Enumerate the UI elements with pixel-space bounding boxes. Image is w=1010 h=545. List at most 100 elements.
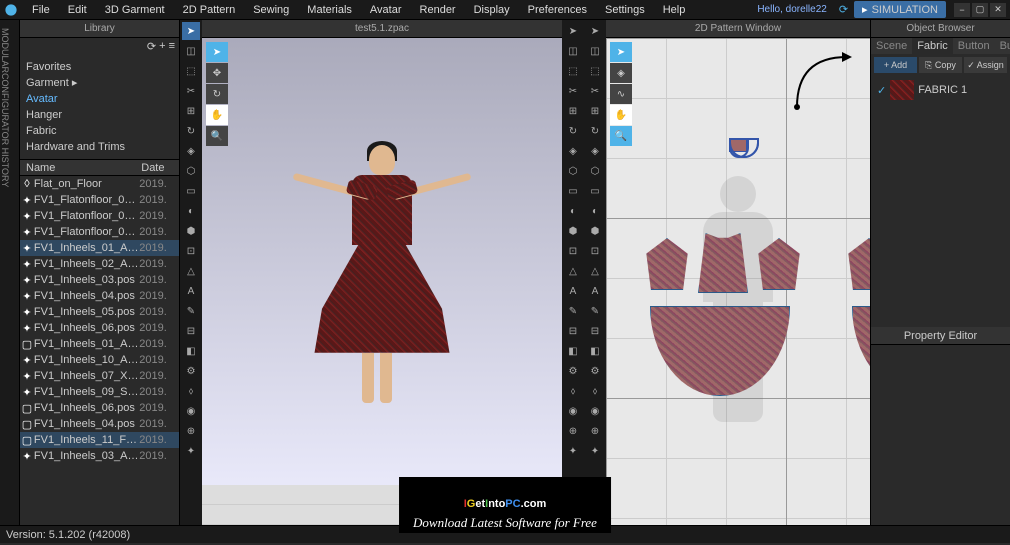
library-file-row[interactable]: ✦FV1_Inheels_02_Attention.pos2019. <box>20 256 179 272</box>
tool-button-icon[interactable]: ◧ <box>182 342 200 360</box>
tool-button-icon[interactable]: ◐ <box>564 202 582 220</box>
tool-button-icon[interactable]: ✦ <box>586 442 604 460</box>
tool-button-icon[interactable]: ⊡ <box>182 242 200 260</box>
tool-button-icon[interactable]: ▭ <box>586 182 604 200</box>
lib-cat-avatar[interactable]: Avatar <box>26 91 173 107</box>
library-file-row[interactable]: ✦FV1_Flatonfloor_03_Attention.pos2019. <box>20 224 179 240</box>
tool-button-icon[interactable]: ⬢ <box>564 222 582 240</box>
col-name[interactable]: Name <box>20 160 139 175</box>
tool-button-icon[interactable]: ⚙ <box>182 362 200 380</box>
tool-button-icon[interactable]: ↻ <box>182 122 200 140</box>
menu-file[interactable]: File <box>24 2 58 18</box>
menu-materials[interactable]: Materials <box>299 2 360 18</box>
tool-button-icon[interactable]: ⬨ <box>182 382 200 400</box>
add-button[interactable]: + Add <box>874 57 917 73</box>
tool-move-icon[interactable]: ✥ <box>206 63 228 83</box>
tool-button-icon[interactable]: ➤ <box>564 22 582 40</box>
tool-button-icon[interactable]: A <box>586 282 604 300</box>
tool-button-icon[interactable]: ◉ <box>564 402 582 420</box>
viewport-3d-canvas[interactable]: ➤ ✥ ↻ ✋ 🔍 <box>202 38 562 525</box>
fabric-list-item[interactable]: ✓ FABRIC 1 <box>871 76 1010 104</box>
tool-button-icon[interactable]: ⬚ <box>586 62 604 80</box>
library-file-row[interactable]: ◊Flat_on_Floor2019. <box>20 176 179 192</box>
pattern-sleeve[interactable] <box>644 238 690 290</box>
tool-button-icon[interactable]: ✎ <box>586 302 604 320</box>
tool-button-icon[interactable]: ⊟ <box>564 322 582 340</box>
tool-button-icon[interactable]: ✂ <box>182 82 200 100</box>
left-rail[interactable]: MODULARCONFIGURATOR HISTORY <box>0 20 20 525</box>
tool-button-icon[interactable]: ➤ <box>182 22 200 40</box>
tool-button-icon[interactable]: ➤ <box>586 22 604 40</box>
library-file-row[interactable]: ▢FV1_Inheels_04.pos2019. <box>20 416 179 432</box>
tool-button-icon[interactable]: ⊡ <box>564 242 582 260</box>
library-file-row[interactable]: ✦FV1_Inheels_05.pos2019. <box>20 304 179 320</box>
tool-button-icon[interactable]: ⊞ <box>182 102 200 120</box>
tool-button-icon[interactable]: ⬡ <box>586 162 604 180</box>
tool-button-icon[interactable]: △ <box>586 262 604 280</box>
library-file-row[interactable]: ✦FV1_Inheels_09_Sitting.pos2019. <box>20 384 179 400</box>
tool-button-icon[interactable]: ⬡ <box>182 162 200 180</box>
library-file-row[interactable]: ▢FV1_Inheels_06.pos2019. <box>20 400 179 416</box>
menu-display[interactable]: Display <box>466 2 518 18</box>
tool-button-icon[interactable]: ✦ <box>564 442 582 460</box>
menu-2d-pattern[interactable]: 2D Pattern <box>175 2 244 18</box>
tool-button-icon[interactable]: ↻ <box>586 122 604 140</box>
viewport-2d-canvas[interactable]: ➤ ◈ ∿ ✋ 🔍 <box>606 38 870 525</box>
menu-settings[interactable]: Settings <box>597 2 653 18</box>
tool-button-icon[interactable]: ◉ <box>586 402 604 420</box>
tool-button-icon[interactable]: ◫ <box>586 42 604 60</box>
tool-button-icon[interactable]: ◫ <box>182 42 200 60</box>
menu-icon[interactable]: ≡ <box>169 40 175 53</box>
menu-sewing[interactable]: Sewing <box>245 2 297 18</box>
lib-cat-fabric[interactable]: Fabric <box>26 123 173 139</box>
pattern-skirt-front[interactable] <box>650 306 790 396</box>
sync-icon[interactable]: ⟳ <box>839 3 848 16</box>
avatar-model[interactable] <box>307 141 457 403</box>
menu-avatar[interactable]: Avatar <box>362 2 410 18</box>
tool-button-icon[interactable]: ⊕ <box>564 422 582 440</box>
window-min-icon[interactable]: − <box>954 3 970 17</box>
tool-button-icon[interactable]: ▭ <box>182 182 200 200</box>
tool-button-icon[interactable]: ⊞ <box>586 102 604 120</box>
tool-button-icon[interactable]: ◈ <box>564 142 582 160</box>
tool-button-icon[interactable]: ◈ <box>182 142 200 160</box>
library-file-row[interactable]: ✦FV1_Inheels_04.pos2019. <box>20 288 179 304</box>
library-file-row[interactable]: ✦FV1_Flatonfloor_01_A.pos2019. <box>20 192 179 208</box>
library-file-row[interactable]: ▢FV1_Inheels_11_FrontArmRaise.pos2019. <box>20 432 179 448</box>
tool-button-icon[interactable]: △ <box>182 262 200 280</box>
tool-zoom-icon[interactable]: 🔍 <box>206 126 228 146</box>
tool-rotate-icon[interactable]: ↻ <box>206 84 228 104</box>
tool-button-icon[interactable]: ✂ <box>586 82 604 100</box>
tool-button-icon[interactable]: ⚙ <box>586 362 604 380</box>
tab-scene[interactable]: Scene <box>871 38 912 54</box>
library-file-row[interactable]: ▢FV1_Inheels_01_A.pos2019. <box>20 336 179 352</box>
tab-button[interactable]: Button <box>953 38 995 54</box>
tool-button-icon[interactable]: ⊟ <box>586 322 604 340</box>
tool-button-icon[interactable]: ◧ <box>564 342 582 360</box>
tool-button-icon[interactable]: ⊡ <box>586 242 604 260</box>
tool-button-icon[interactable]: ⬨ <box>586 382 604 400</box>
tool-button-icon[interactable]: ✎ <box>182 302 200 320</box>
tool-button-icon[interactable]: A <box>182 282 200 300</box>
tool-button-icon[interactable]: ⊞ <box>564 102 582 120</box>
tool-button-icon[interactable]: ⚙ <box>564 362 582 380</box>
tool-select-icon[interactable]: ➤ <box>206 42 228 62</box>
library-file-row[interactable]: ✦FV1_Flatonfloor_02_Aforsize.pos2019. <box>20 208 179 224</box>
lib-cat-hanger[interactable]: Hanger <box>26 107 173 123</box>
tool-button-icon[interactable]: ⬢ <box>586 222 604 240</box>
library-file-row[interactable]: ✦FV1_Inheels_01_A.pos2019. <box>20 240 179 256</box>
tool-button-icon[interactable]: ⊕ <box>182 422 200 440</box>
tool-button-icon[interactable]: ⬚ <box>182 62 200 80</box>
menu-help[interactable]: Help <box>655 2 694 18</box>
tool-button-icon[interactable]: ✎ <box>564 302 582 320</box>
tool-button-icon[interactable]: ▭ <box>564 182 582 200</box>
tool-button-icon[interactable]: △ <box>564 262 582 280</box>
tool-button-icon[interactable]: ↻ <box>564 122 582 140</box>
library-file-row[interactable]: ✦FV1_Inheels_03.pos2019. <box>20 272 179 288</box>
tool-button-icon[interactable]: ⊕ <box>586 422 604 440</box>
lib-cat-favorites[interactable]: Favorites <box>26 59 173 75</box>
menu-preferences[interactable]: Preferences <box>520 2 595 18</box>
assign-button[interactable]: ✓ Assign <box>964 57 1007 73</box>
window-close-icon[interactable]: ✕ <box>990 3 1006 17</box>
lib-cat-garment[interactable]: Garment ▸ <box>26 75 173 91</box>
